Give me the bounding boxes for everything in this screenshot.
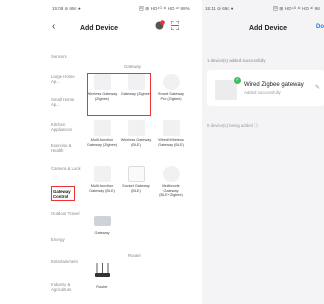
category-camera-lock[interactable]: Camera & Lock	[51, 166, 84, 171]
device-status: Added successfully	[244, 90, 281, 95]
add-device-screen: 15:08 ⊘ 69c ● 回 ⊞ HD⁴ᴳ ᵃˡ HD ᵃˡ 98% ‹ Ad…	[0, 0, 198, 304]
device-image	[93, 120, 111, 136]
device-multifunction-gateway-zigbee[interactable]: Multi-function Gateway (Zigbee)	[86, 120, 118, 147]
device-socket-gateway-ble[interactable]: Socket Gateway (BLE)	[120, 166, 152, 193]
status-time: 15:11 ⊘ 69c ●	[205, 6, 234, 11]
nav-bar: ‹ Add Device	[0, 18, 198, 38]
device-image	[162, 120, 180, 136]
check-icon: ✓	[234, 77, 241, 84]
added-device-card[interactable]: ✓ Wired Zigbee gateway Added successfull…	[207, 70, 324, 106]
back-icon[interactable]: ‹	[52, 21, 55, 32]
page-title: Add Device	[248, 24, 288, 32]
device-image	[162, 74, 180, 90]
category-outdoor-travel[interactable]: Outdoor Travel	[51, 211, 84, 216]
category-exercise-health[interactable]: Exercise & Health	[51, 143, 84, 153]
device-wired-wireless-gateway-ble[interactable]: Wired/Wireless Gateway (BLE)	[155, 120, 187, 147]
adding-count-text: 0 device(s) being added ⓘ	[207, 123, 259, 128]
add-device-result-screen: 15:11 ⊘ 69c ● 回 ⊞ HD⁴ᴳ ᵃˡ HD ᵃˡ 98 Add D…	[202, 0, 324, 304]
scan-qr-icon[interactable]	[171, 21, 179, 30]
category-highlight-box	[51, 186, 75, 201]
device-multifunction-gateway-ble[interactable]: Multi-function Gateway (BLE)	[86, 166, 118, 193]
edit-icon[interactable]: ✎	[315, 84, 320, 91]
page-title: Add Device	[79, 24, 119, 32]
device-image	[215, 80, 237, 100]
category-industry-agriculture[interactable]: Industry & Agriculture	[51, 282, 84, 292]
router-icon	[94, 263, 110, 277]
status-indicators: 回 ⊞ HD⁴ᴳ ᵃˡ HD ᵃˡ 98%	[139, 6, 190, 11]
device-gateway[interactable]: Gateway	[86, 212, 118, 236]
device-image	[162, 166, 180, 182]
done-button[interactable]: Do	[316, 24, 324, 30]
status-time: 15:08 ⊘ 69c ●	[52, 6, 81, 11]
device-name: Wired Zigbee gateway	[244, 82, 304, 88]
category-energy[interactable]: Energy	[51, 237, 84, 242]
device-image	[93, 216, 111, 226]
category-small-home-appliances[interactable]: Small Home Ap...	[51, 97, 84, 107]
help-icon[interactable]: ⓘ	[254, 123, 258, 128]
device-image	[93, 166, 111, 182]
auto-scan-icon[interactable]	[155, 20, 165, 30]
section-gateway: Gateway	[124, 64, 141, 69]
status-indicators: 回 ⊞ HD⁴ᴳ ᵃˡ HD ᵃˡ 98	[273, 6, 320, 11]
device-smart-gateway-pro[interactable]: Smart Gateway Pro (Zigbee)	[155, 74, 187, 101]
device-highlight-box	[87, 73, 151, 116]
status-bar: 15:11 ⊘ 69c ● 回 ⊞ HD⁴ᴳ ᵃˡ HD ᵃˡ 98	[202, 0, 324, 18]
device-image	[127, 120, 145, 136]
category-sensors[interactable]: Sensors	[51, 54, 84, 59]
device-wireless-gateway-ble[interactable]: Wireless Gateway (BLE)	[120, 120, 152, 147]
device-image	[127, 166, 145, 182]
section-router: Router	[128, 253, 141, 258]
category-entertainment[interactable]: Entertainment	[51, 259, 84, 264]
device-multimode-gateway[interactable]: Multimode Gateway (BLE+Zigbee)	[155, 166, 187, 198]
category-kitchen-appliances[interactable]: Kitchen Appliances	[51, 122, 84, 132]
status-bar: 15:08 ⊘ 69c ● 回 ⊞ HD⁴ᴳ ᵃˡ HD ᵃˡ 98%	[0, 0, 198, 18]
device-router[interactable]: Router	[86, 262, 118, 290]
nav-bar: Add Device Do	[202, 18, 324, 38]
added-count-text: 1 device(s) added successfully	[207, 58, 266, 63]
category-large-home-appliances[interactable]: Large Home Ap...	[51, 74, 84, 84]
